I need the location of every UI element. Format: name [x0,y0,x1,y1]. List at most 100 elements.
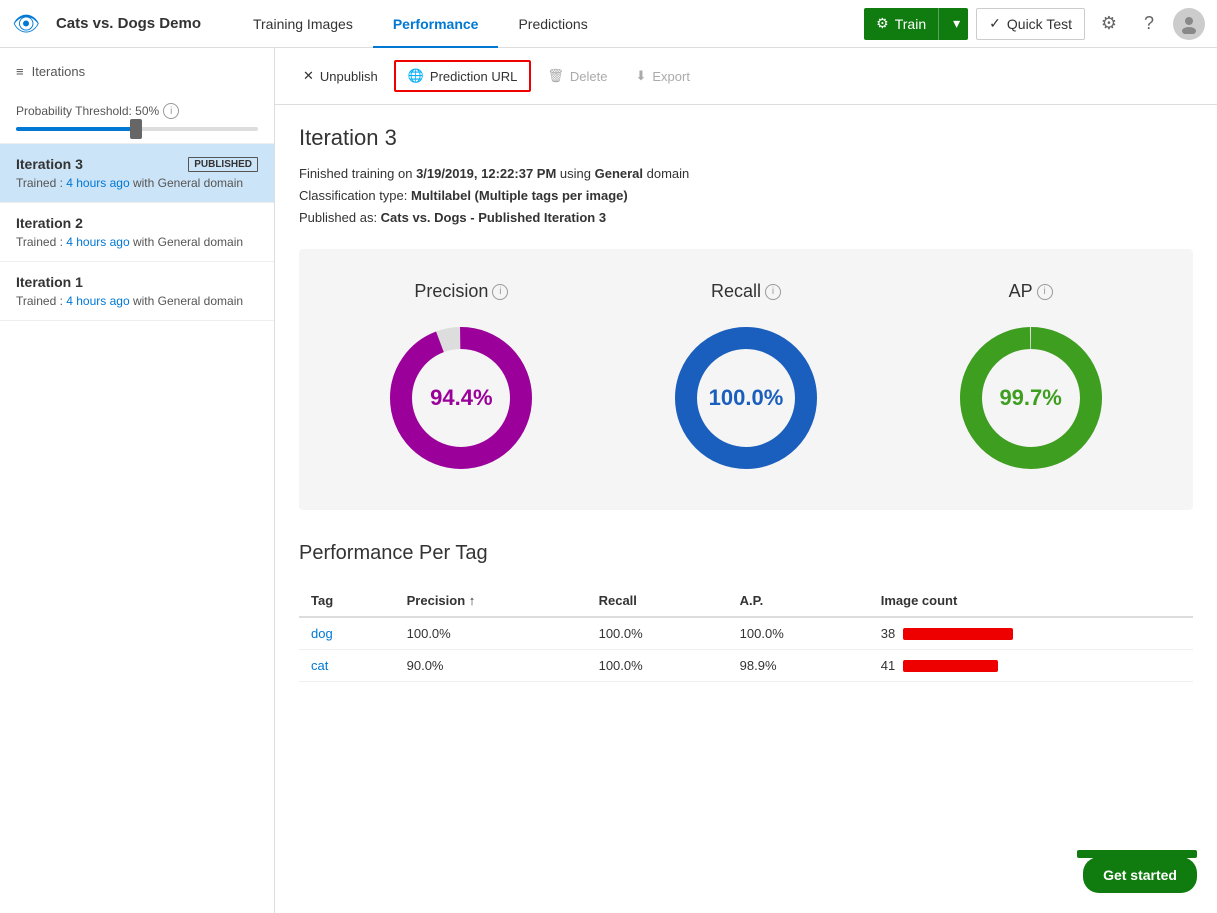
user-avatar[interactable] [1173,8,1205,40]
table-body: dog 100.0% 100.0% 100.0% 38 [299,617,1193,682]
content-toolbar: ✕ Unpublish 🌐 Prediction URL 🗑 Delete ⬇ … [275,48,1217,105]
x-icon: ✕ [303,68,314,84]
iteration-3-time-link[interactable]: 4 hours ago [66,176,129,190]
export-button[interactable]: ⬇ Export [623,62,701,90]
threshold-info-icon[interactable]: i [163,103,179,119]
train-main[interactable]: ⚙ Train [864,8,939,40]
perf-table: Tag Precision ↑ Recall A.P. Image count … [299,585,1193,682]
slider-thumb[interactable] [130,119,142,139]
cat-tag-cell: cat [299,650,395,682]
cat-ap-cell: 98.9% [728,650,869,682]
tab-predictions[interactable]: Predictions [498,0,607,48]
cat-precision-cell: 90.0% [395,650,587,682]
iteration-info: Finished training on 3/19/2019, 12:22:37… [299,163,1193,229]
gear-icon: ⚙ [876,15,889,32]
info-line-2: Classification type: Multilabel (Multipl… [299,185,1193,207]
iteration-item-2[interactable]: Iteration 2 Trained : 4 hours ago with G… [0,203,274,262]
dog-ap-cell: 100.0% [728,617,869,650]
col-ap: A.P. [728,585,869,617]
dog-count-cell: 38 [869,617,1193,650]
sort-up-icon: ↑ [469,593,476,608]
trash-icon: 🗑 [547,68,564,84]
col-recall: Recall [587,585,728,617]
settings-button[interactable]: ⚙ [1093,8,1125,40]
main-nav: Training Images Performance Predictions [233,0,856,48]
precision-value: 94.4% [430,385,492,411]
main-content: ✕ Unpublish 🌐 Prediction URL 🗑 Delete ⬇ … [275,48,1217,913]
train-button[interactable]: ⚙ Train ▾ [864,8,968,40]
iteration-3-name: Iteration 3 [16,156,83,172]
iteration-2-header: Iteration 2 [16,215,258,231]
table-header-row: Tag Precision ↑ Recall A.P. Image count [299,585,1193,617]
prediction-url-button[interactable]: 🌐 Prediction URL [394,60,532,92]
tab-training-images[interactable]: Training Images [233,0,373,48]
metrics-container: Precision i 94.4% Recall [299,249,1193,510]
threshold-slider[interactable] [16,127,258,131]
info-date: 3/19/2019, 12:22:37 PM [416,166,556,181]
dog-precision-cell: 100.0% [395,617,587,650]
delete-button[interactable]: 🗑 Delete [535,62,619,90]
main-layout: ≡ Iterations Probability Threshold: 50% … [0,48,1217,913]
iteration-item-3[interactable]: Iteration 3 PUBLISHED Trained : 4 hours … [0,144,274,203]
dog-recall-cell: 100.0% [587,617,728,650]
prediction-url-label: Prediction URL [430,69,517,84]
tab-performance[interactable]: Performance [373,0,499,48]
help-button[interactable]: ? [1133,8,1165,40]
info-line-1: Finished training on 3/19/2019, 12:22:37… [299,163,1193,185]
info-line-3: Published as: Cats vs. Dogs - Published … [299,207,1193,229]
unpublish-label: Unpublish [320,69,378,84]
quick-test-button[interactable]: ✓ Quick Test [976,8,1085,40]
precision-info-icon[interactable]: i [492,284,508,300]
delete-label: Delete [570,69,608,84]
header-actions: ⚙ Train ▾ ✓ Quick Test ⚙ ? [864,8,1205,40]
info-published-as: Cats vs. Dogs - Published Iteration 3 [381,210,606,225]
dog-bar-cell: 38 [881,626,1181,641]
col-precision[interactable]: Precision ↑ [395,585,587,617]
app-logo: 👁 [12,11,40,37]
precision-donut: 94.4% [381,318,541,478]
dog-tag-link[interactable]: dog [311,626,333,641]
iteration-2-name: Iteration 2 [16,215,83,231]
slider-fill [16,127,137,131]
ap-metric: AP i 99.7% [951,281,1111,478]
cat-count-cell: 41 [869,650,1193,682]
unpublish-button[interactable]: ✕ Unpublish [291,62,390,90]
recall-metric: Recall i 100.0% [666,281,826,478]
iteration-item-1[interactable]: Iteration 1 Trained : 4 hours ago with G… [0,262,274,321]
col-tag: Tag [299,585,395,617]
cat-bar [903,660,998,672]
sidebar-iterations-section: ≡ Iterations [0,64,274,91]
dog-bar [903,628,1013,640]
download-icon: ⬇ [635,68,646,84]
threshold-label: Probability Threshold: 50% i [16,103,258,119]
iteration-3-header: Iteration 3 PUBLISHED [16,156,258,172]
get-started-button[interactable]: Get started [1083,857,1197,893]
iteration-1-name: Iteration 1 [16,274,83,290]
recall-label: Recall i [711,281,781,302]
ap-donut: 99.7% [951,318,1111,478]
cat-tag-link[interactable]: cat [311,658,328,673]
dog-tag-cell: dog [299,617,395,650]
iteration-1-detail: Trained : 4 hours ago with General domai… [16,294,258,308]
iteration-1-header: Iteration 1 [16,274,258,290]
recall-value: 100.0% [709,385,784,411]
ap-info-icon[interactable]: i [1037,284,1053,300]
iteration-2-detail: Trained : 4 hours ago with General domai… [16,235,258,249]
precision-metric: Precision i 94.4% [381,281,541,478]
sidebar: ≡ Iterations Probability Threshold: 50% … [0,48,275,913]
table-row: dog 100.0% 100.0% 100.0% 38 [299,617,1193,650]
train-dropdown-arrow[interactable]: ▾ [945,8,968,40]
train-label: Train [895,16,926,32]
avatar-icon [1179,14,1199,34]
layers-icon: ≡ [16,64,24,79]
header: 👁 Cats vs. Dogs Demo Training Images Per… [0,0,1217,48]
iteration-1-time-link[interactable]: 4 hours ago [66,294,129,308]
iteration-2-time-link[interactable]: 4 hours ago [66,235,129,249]
ap-label: AP i [1009,281,1053,302]
export-label: Export [652,69,690,84]
info-domain: General [595,166,643,181]
cat-bar-cell: 41 [881,658,1181,673]
ap-value: 99.7% [999,385,1061,411]
recall-info-icon[interactable]: i [765,284,781,300]
precision-label: Precision i [414,281,508,302]
